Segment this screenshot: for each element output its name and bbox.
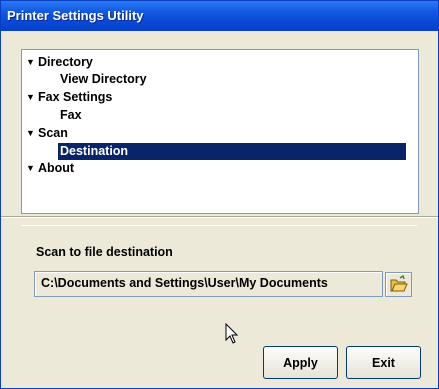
tree-item-about[interactable]: ▼ About <box>26 160 74 177</box>
tree-item-label: Fax <box>60 108 82 122</box>
tree-item-fax[interactable]: Fax <box>60 107 82 124</box>
browse-folder-button[interactable] <box>385 272 412 297</box>
tree-item-directory[interactable]: ▼ Directory <box>26 54 93 71</box>
exit-button[interactable]: Exit <box>346 346 421 379</box>
apply-button[interactable]: Apply <box>263 346 338 379</box>
title-bar[interactable]: Printer Settings Utility <box>1 1 438 31</box>
tree-item-scan[interactable]: ▼ Scan <box>26 125 68 142</box>
tree-item-fax-settings[interactable]: ▼ Fax Settings <box>26 89 112 106</box>
tree-item-label: Scan <box>38 126 68 140</box>
destination-path-field[interactable]: C:\Documents and Settings\User\My Docume… <box>34 271 383 297</box>
destination-path-value: C:\Documents and Settings\User\My Docume… <box>41 276 328 290</box>
tree-item-label: About <box>38 161 75 175</box>
expand-triangle-icon[interactable]: ▼ <box>26 160 38 177</box>
window-title: Printer Settings Utility <box>7 8 144 23</box>
folder-open-icon <box>390 274 408 292</box>
expand-triangle-icon[interactable]: ▼ <box>26 89 38 106</box>
tree-item-label: Directory <box>38 55 93 69</box>
divider <box>1 216 438 218</box>
mouse-pointer-icon <box>225 323 239 344</box>
scan-destination-label: Scan to file destination <box>36 245 173 259</box>
tree-item-view-directory[interactable]: View Directory <box>60 71 147 88</box>
tree-item-destination[interactable]: Destination <box>58 143 406 160</box>
tree-item-label: View Directory <box>60 72 147 86</box>
tree-item-label: Fax Settings <box>38 90 113 104</box>
settings-tree[interactable]: ▼ Directory View Directory ▼ Fax Settings … <box>21 49 419 214</box>
expand-triangle-icon[interactable]: ▼ <box>26 54 38 71</box>
tree-item-label: Destination <box>60 144 129 158</box>
printer-settings-window: Printer Settings Utility ▼ Directory View… <box>0 0 439 389</box>
expand-triangle-icon[interactable]: ▼ <box>26 125 38 142</box>
